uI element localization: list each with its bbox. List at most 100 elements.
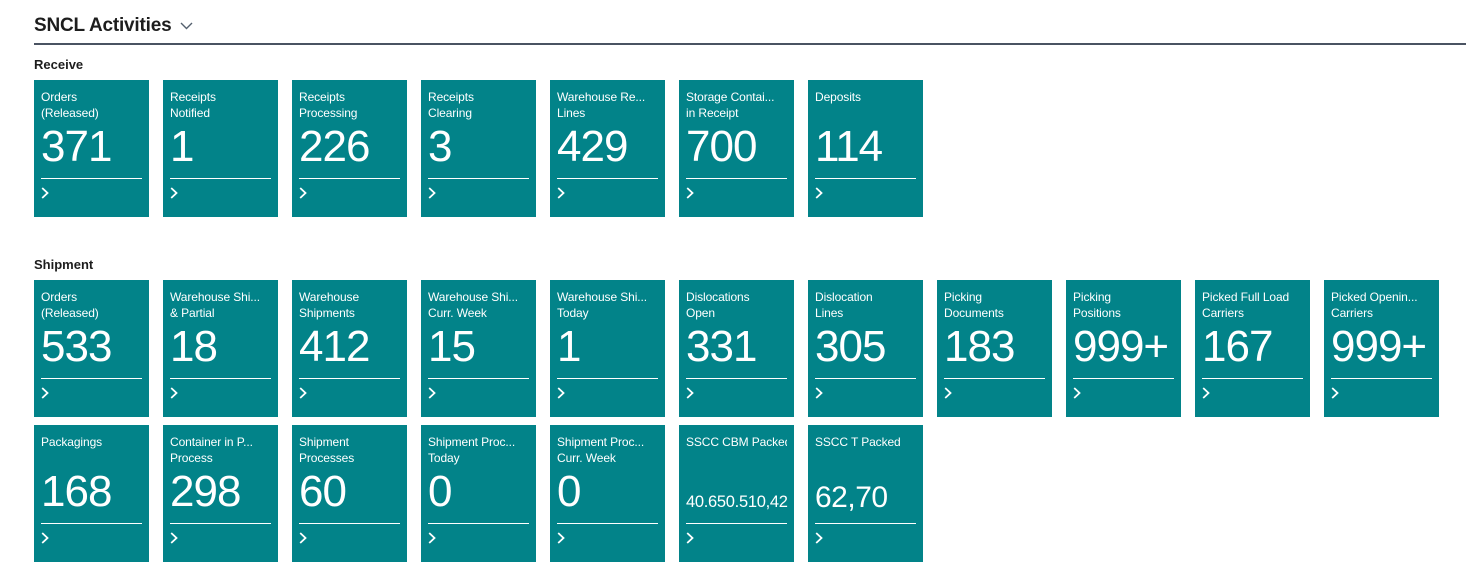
cue-tile-divider bbox=[686, 378, 787, 379]
cue-tile-value: 700 bbox=[686, 122, 787, 168]
cue-tile-divider bbox=[815, 378, 916, 379]
cue-tile[interactable]: Orders(Released) 371 bbox=[34, 80, 149, 217]
cue-tile-title-line: Today bbox=[428, 451, 529, 467]
cue-tile[interactable]: Deposits 114 bbox=[808, 80, 923, 217]
cue-tile-title: PickingPositions bbox=[1073, 290, 1174, 322]
activities-header-dropdown[interactable]: SNCL Activities bbox=[34, 12, 193, 39]
cue-tile-divider bbox=[815, 178, 916, 179]
cue-tile-title: Packagings bbox=[41, 435, 142, 467]
cue-tile-divider bbox=[428, 178, 529, 179]
cue-tile[interactable]: ShipmentProcesses 60 bbox=[292, 425, 407, 562]
chevron-right-icon bbox=[944, 387, 952, 399]
cue-tile-title-line: (Released) bbox=[41, 306, 142, 322]
cue-tile-divider bbox=[686, 523, 787, 524]
cue-tile[interactable]: ReceiptsClearing 3 bbox=[421, 80, 536, 217]
cue-tile-value: 3 bbox=[428, 122, 529, 168]
cue-tile[interactable]: ReceiptsNotified 1 bbox=[163, 80, 278, 217]
cue-tile[interactable]: PickingPositions 999+ bbox=[1066, 280, 1181, 417]
cue-tile-value: 15 bbox=[428, 322, 529, 368]
cue-tile-title-line: Receipts bbox=[299, 90, 400, 106]
cue-tile-title: Orders(Released) bbox=[41, 290, 142, 322]
cue-tile[interactable]: DislocationLines 305 bbox=[808, 280, 923, 417]
cue-tile[interactable]: Warehouse Shi...Today 1 bbox=[550, 280, 665, 417]
cue-tile-title-line: Shipment bbox=[299, 435, 400, 451]
cue-tile-value-text: 1 bbox=[557, 327, 580, 368]
cue-tile-title: DislocationLines bbox=[815, 290, 916, 322]
cue-tile-title: Orders(Released) bbox=[41, 90, 142, 122]
cue-tile-title-line: Picked Full Load bbox=[1202, 290, 1303, 306]
cue-tile-divider bbox=[41, 378, 142, 379]
cue-tile-divider bbox=[557, 178, 658, 179]
cue-tile[interactable]: Shipment Proc...Today 0 bbox=[421, 425, 536, 562]
chevron-right-icon bbox=[41, 387, 49, 399]
cue-tile[interactable]: Picked Openin...Carriers 999+ bbox=[1324, 280, 1439, 417]
cue-tile-value-text: 1 bbox=[170, 127, 193, 168]
cue-tile-title: Warehouse Shi...& Partial bbox=[170, 290, 271, 322]
cue-tile-title: SSCC CBM Packed bbox=[686, 435, 787, 467]
chevron-right-icon bbox=[1073, 387, 1081, 399]
cue-tile-divider bbox=[1202, 378, 1303, 379]
chevron-right-icon bbox=[299, 532, 307, 544]
cue-tile-value: 226 bbox=[299, 122, 400, 168]
cue-tile[interactable]: Packagings 168 bbox=[34, 425, 149, 562]
cue-tile-title-line: Processing bbox=[299, 106, 400, 122]
cue-tile[interactable]: SSCC CBM Packed 40.650.510,42 bbox=[679, 425, 794, 562]
cue-tile-title-line: Orders bbox=[41, 90, 142, 106]
cue-tile[interactable]: DislocationsOpen 331 bbox=[679, 280, 794, 417]
cue-tile-value-text: 412 bbox=[299, 327, 369, 368]
cue-tile-divider bbox=[686, 178, 787, 179]
cue-tile-value-text: 183 bbox=[944, 327, 1014, 368]
cue-tile[interactable]: Container in P...Process 298 bbox=[163, 425, 278, 562]
cue-tile-value-text: 298 bbox=[170, 472, 240, 513]
cue-tile-value: 62,70 bbox=[815, 467, 916, 513]
cue-tile-title-line: Warehouse Shi... bbox=[428, 290, 529, 306]
cue-tile-value-text: 0 bbox=[557, 472, 580, 513]
cue-section-shipment: Shipment Orders(Released) 533 Warehouse … bbox=[34, 257, 1466, 562]
cue-tile-value: 40.650.510,42 bbox=[686, 467, 787, 513]
cue-tile-divider bbox=[428, 378, 529, 379]
chevron-right-icon bbox=[815, 532, 823, 544]
chevron-right-icon bbox=[686, 187, 694, 199]
cue-tile-divider bbox=[41, 523, 142, 524]
cue-tile-title-line: Open bbox=[686, 306, 787, 322]
cue-tile[interactable]: SSCC T Packed 62,70 bbox=[808, 425, 923, 562]
cue-tile-title: Warehouse Re...Lines bbox=[557, 90, 658, 122]
cue-tile-divider bbox=[815, 523, 916, 524]
chevron-right-icon bbox=[428, 387, 436, 399]
cue-tile[interactable]: Orders(Released) 533 bbox=[34, 280, 149, 417]
cue-tile-title: Shipment Proc...Today bbox=[428, 435, 529, 467]
activities-sections: Receive Orders(Released) 371 ReceiptsNot… bbox=[34, 57, 1466, 562]
chevron-right-icon bbox=[41, 187, 49, 199]
chevron-right-icon bbox=[815, 187, 823, 199]
cue-tile-value: 0 bbox=[428, 467, 529, 513]
cue-tile-value-text: 18 bbox=[170, 327, 217, 368]
cue-tile-title-line: Warehouse bbox=[299, 290, 400, 306]
cue-tile-title-line: Warehouse Shi... bbox=[170, 290, 271, 306]
cue-tile[interactable]: WarehouseShipments 412 bbox=[292, 280, 407, 417]
cue-tile[interactable]: Warehouse Re...Lines 429 bbox=[550, 80, 665, 217]
chevron-right-icon bbox=[557, 187, 565, 199]
cue-tile[interactable]: Shipment Proc...Curr. Week 0 bbox=[550, 425, 665, 562]
cue-tile-title-line: Clearing bbox=[428, 106, 529, 122]
cue-tile[interactable]: Warehouse Shi...Curr. Week 15 bbox=[421, 280, 536, 417]
cue-tile[interactable]: ReceiptsProcessing 226 bbox=[292, 80, 407, 217]
chevron-down-icon bbox=[180, 22, 193, 30]
cue-tile-value: 305 bbox=[815, 322, 916, 368]
chevron-right-icon bbox=[557, 532, 565, 544]
cue-tile-divider bbox=[1073, 378, 1174, 379]
cue-tile-title-line: Receipts bbox=[170, 90, 271, 106]
cue-tile-title: PickingDocuments bbox=[944, 290, 1045, 322]
chevron-right-icon bbox=[686, 387, 694, 399]
cue-tile-title-line: Deposits bbox=[815, 90, 916, 106]
cue-tile-value: 999+ bbox=[1073, 322, 1174, 368]
cue-tile-title-line: Documents bbox=[944, 306, 1045, 322]
cue-tile-title: Container in P...Process bbox=[170, 435, 271, 467]
cue-tile[interactable]: Picked Full LoadCarriers 167 bbox=[1195, 280, 1310, 417]
cue-tile[interactable]: PickingDocuments 183 bbox=[937, 280, 1052, 417]
cue-tile[interactable]: Warehouse Shi...& Partial 18 bbox=[163, 280, 278, 417]
cue-tile[interactable]: Storage Contai...in Receipt 700 bbox=[679, 80, 794, 217]
chevron-right-icon bbox=[1202, 387, 1210, 399]
cue-tile-divider bbox=[170, 178, 271, 179]
cue-tile-title-line: & Partial bbox=[170, 306, 271, 322]
cue-tile-title: WarehouseShipments bbox=[299, 290, 400, 322]
